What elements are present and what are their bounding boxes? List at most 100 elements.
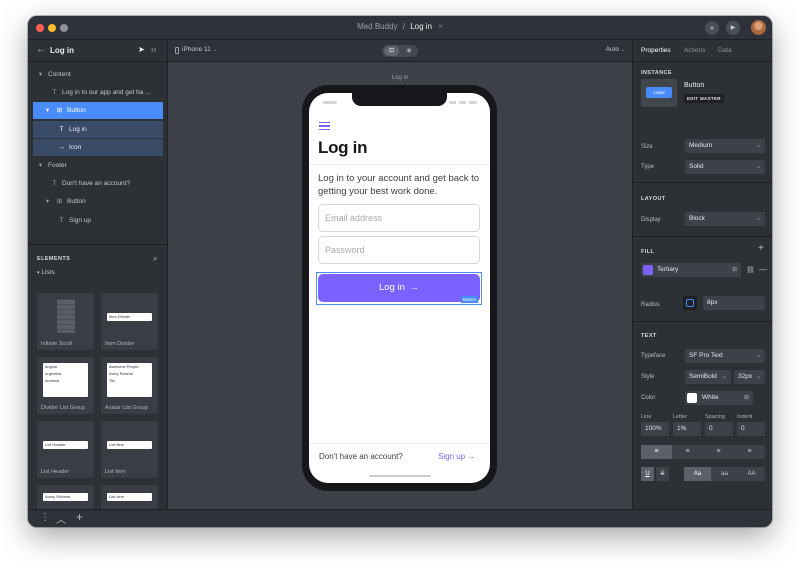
preview-eye-icon[interactable]: ◉ [402,46,416,56]
typeface-select[interactable]: SF Pro Text ⌄ [685,349,765,363]
fill-row[interactable]: Tertiary ⊞ [641,263,741,277]
typeface-label: Typeface [641,353,666,359]
item-preview: List Item [107,441,152,449]
frame-label: Log in [391,75,409,81]
layout-section-title: LAYOUT [641,196,666,202]
text-section: TEXT Typeface SF Pro Text ⌄ Style SemiBo… [633,321,772,509]
underline-button[interactable]: U [641,467,654,481]
status-time-bar [323,101,337,104]
element-tile[interactable]: Avery Roberts [37,485,94,510]
password-field[interactable]: Password [318,236,480,264]
paragraph-spacing-input[interactable]: 0 [705,422,733,436]
indent-label: Indent [737,414,753,420]
letter-spacing-input[interactable]: 1% [673,422,701,436]
code-icon[interactable]: ‹› [151,45,156,54]
edit-master-button[interactable]: EDIT MASTER [684,94,724,103]
pointer-icon[interactable]: ➤ [138,45,145,54]
paragraph-spacing-label: Spacing [705,414,725,420]
email-field[interactable]: Email address [318,204,480,232]
close-tab-icon[interactable]: × [438,22,443,31]
title-bar: Med Buddy / Log in × + ▶ [28,16,772,40]
tab-actions[interactable]: Actions [684,47,705,54]
breadcrumb-page[interactable]: Log in [410,22,432,31]
device-notch [352,93,447,106]
breadcrumb-project[interactable]: Med Buddy [357,22,397,31]
design-mode-icon[interactable]: ⊡ [384,46,399,56]
align-center-button[interactable]: ≡ [672,445,703,459]
hamburger-menu-icon[interactable] [319,122,330,130]
zoom-select[interactable]: Auto ⌄ [606,46,625,53]
instance-thumbnail[interactable]: Label [641,79,677,107]
chevron-down-icon[interactable]: ▾ [36,66,45,83]
type-select[interactable]: Solid ⌄ [685,160,765,174]
device-select[interactable]: iPhone 11 ⌄ [182,46,217,53]
text-color-row[interactable]: White ⊞ [685,391,753,405]
strikethrough-button[interactable]: S [656,467,669,481]
layer-item-icon[interactable]: → Icon [33,138,163,156]
footer-divider [309,443,490,444]
align-left-button[interactable]: ≡ [641,445,672,459]
layer-item-log-in-to-our-app-and-get-ba[interactable]: T Log in to our app and get ba ... [33,84,163,101]
back-arrow-icon[interactable]: ← [36,44,46,55]
case-upper-button[interactable]: AA [738,467,765,481]
tab-data[interactable]: Data [718,47,732,54]
layer-item-content[interactable]: ▾ Content [33,66,163,83]
element-tile[interactable]: List Header List Header [37,421,94,478]
login-button[interactable]: Log in → [318,274,480,302]
line-height-input[interactable]: 100% [641,422,669,436]
chevron-up-icon[interactable]: ︿ [56,511,66,526]
login-screen: Log in Log in to your account and get ba… [309,93,490,483]
chevron-down-icon[interactable]: ▾ [43,193,52,210]
element-tile-label: List Header [41,469,70,475]
layer-item-sign-up[interactable]: T Sign up [33,212,163,229]
indent-input[interactable]: 0 [737,422,765,436]
preview-line: Awesome People [109,365,139,369]
size-select[interactable]: Medium ⌄ [685,139,765,153]
element-tile[interactable]: List Item [101,485,158,510]
breadcrumb: Med Buddy / Log in × [28,22,772,31]
element-tile[interactable]: Awesome People Avery Roberts Tito Avatar Li… [101,357,158,414]
element-tile[interactable]: List Item List Item [101,421,158,478]
canvas-area[interactable]: iPhone 11 ⌄ ⊡ ◉ Auto ⌄ Log in Log in Log… [168,40,632,509]
add-icon[interactable]: + [705,21,719,35]
radius-corner-icon[interactable] [683,296,697,310]
device-frame: Log in Log in to your account and get ba… [302,85,497,491]
layer-item-button[interactable]: ▾ ⊞ Button [33,193,163,210]
case-default-button[interactable]: Aa [684,467,711,481]
layers-panel: ← Log in ➤ ‹› ▾ Content T Log in to our app… [28,40,168,510]
signup-link[interactable]: Sign up → [438,452,475,461]
inspector-tabs: Properties Actions Data [633,40,772,62]
layer-item-don-t-have-an-account[interactable]: T Don't have an account? [33,175,163,192]
lists-group-toggle[interactable]: ▾ Lists [37,269,55,276]
add-fill-icon[interactable]: + [758,243,764,254]
link-icon[interactable]: ⛓ [746,266,755,274]
element-tile[interactable]: Angola Argentina Armenia Divider List Group [37,357,94,414]
align-right-button[interactable]: ≡ [703,445,734,459]
layer-item-log-in[interactable]: T Log in [33,120,163,138]
signup-label: Sign up [438,452,466,461]
breadcrumb-separator: / [402,22,405,31]
text-color-value: White [702,394,719,401]
radius-input[interactable]: 8px [703,296,765,310]
font-size-select[interactable]: 32px ⌄ [734,370,765,384]
instance-section-title: INSTANCE [641,70,672,76]
search-icon[interactable]: ⌕ [153,254,157,264]
layer-item-button[interactable]: ▾ ⊞ Button [33,102,163,120]
element-tile[interactable]: Item Divider Item Divider [101,293,158,350]
chevron-down-icon[interactable]: ▾ [36,157,45,174]
tab-properties[interactable]: Properties [641,47,671,54]
display-label: Display [641,217,661,223]
add-icon[interactable]: + [76,510,83,524]
font-weight-select[interactable]: SemiBold ⌄ [685,370,731,384]
remove-fill-icon[interactable]: — [759,265,767,274]
chevron-down-icon[interactable]: ▾ [43,102,52,119]
align-justify-button[interactable]: ≡ [734,445,765,459]
layer-item-footer[interactable]: ▾ Footer [33,157,163,174]
more-vertical-icon[interactable]: ⋮ [40,512,50,523]
play-icon[interactable]: ▶ [726,21,740,35]
chevron-down-icon: ⌄ [755,353,761,359]
case-lower-button[interactable]: aa [711,467,738,481]
display-select[interactable]: Block ⌄ [685,212,765,226]
avatar[interactable] [751,20,766,35]
element-tile[interactable]: Infinite Scroll [37,293,94,350]
